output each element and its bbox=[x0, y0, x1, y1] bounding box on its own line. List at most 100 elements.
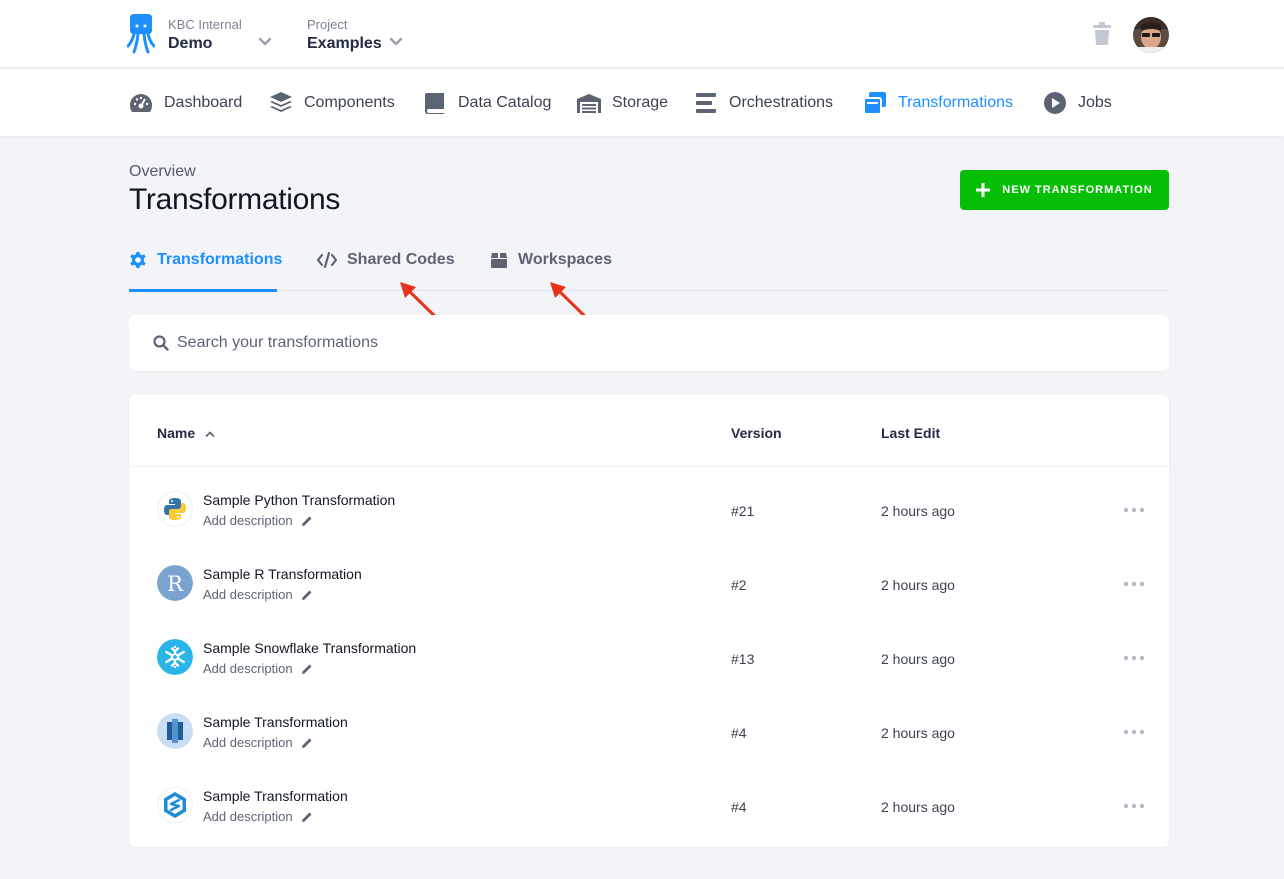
add-description-link[interactable]: Add description bbox=[203, 513, 313, 528]
redshift-icon bbox=[157, 713, 193, 749]
page-title: Transformations bbox=[129, 183, 341, 216]
user-avatar[interactable] bbox=[1133, 17, 1169, 53]
tabs-divider bbox=[129, 290, 1169, 291]
transformation-name[interactable]: Sample Snowflake Transformation bbox=[203, 640, 416, 656]
last-edit: 2 hours ago bbox=[881, 799, 955, 815]
description-label: Add description bbox=[203, 809, 293, 824]
nav-item-data-catalog[interactable]: Data Catalog bbox=[423, 91, 551, 115]
version: #4 bbox=[731, 799, 747, 815]
column-header-label: Name bbox=[157, 425, 196, 441]
search-box bbox=[129, 315, 1169, 371]
pencil-icon bbox=[301, 516, 312, 526]
more-actions-icon[interactable] bbox=[1123, 729, 1145, 735]
gear-icon bbox=[130, 252, 146, 268]
pencil-icon bbox=[301, 812, 312, 822]
description-label: Add description bbox=[203, 661, 293, 676]
nav-label: Components bbox=[304, 94, 395, 111]
add-description-link[interactable]: Add description bbox=[203, 661, 313, 676]
tab-shared-codes[interactable]: Shared Codes bbox=[317, 249, 455, 271]
nav-item-orchestrations[interactable]: Orchestrations bbox=[694, 91, 833, 115]
project-name: Examples bbox=[307, 35, 382, 52]
pencil-icon bbox=[301, 664, 312, 674]
org-name: Demo bbox=[168, 35, 213, 52]
python-icon bbox=[157, 491, 193, 527]
transformation-name[interactable]: Sample Transformation bbox=[203, 714, 348, 730]
tab-transformations[interactable]: Transformations bbox=[129, 249, 282, 271]
svg-text:R: R bbox=[167, 572, 184, 596]
table-row[interactable]: Sample Transformation Add description #4… bbox=[129, 767, 1169, 841]
nav-item-transformations[interactable]: Transformations bbox=[863, 91, 1013, 115]
add-description-link[interactable]: Add description bbox=[203, 735, 313, 750]
trash-icon[interactable] bbox=[1091, 22, 1113, 46]
transformation-name[interactable]: Sample Transformation bbox=[203, 788, 348, 804]
transformations-icon bbox=[863, 92, 886, 115]
description-label: Add description bbox=[203, 513, 293, 528]
tab-workspaces[interactable]: Workspaces bbox=[490, 249, 612, 271]
nav-label: Transformations bbox=[898, 94, 1013, 111]
description-label: Add description bbox=[203, 587, 293, 602]
main-navigation: Dashboard Components Data Catalog Storag… bbox=[0, 69, 1284, 136]
org-switcher[interactable]: KBC Internal Demo bbox=[168, 17, 272, 54]
version: #21 bbox=[731, 503, 755, 519]
table-header: Name Version Last Edit bbox=[129, 395, 1169, 465]
add-description-link[interactable]: Add description bbox=[203, 809, 313, 824]
version: #13 bbox=[731, 651, 755, 667]
version: #4 bbox=[731, 725, 747, 741]
nav-item-storage[interactable]: Storage bbox=[577, 91, 668, 115]
pencil-icon bbox=[301, 590, 312, 600]
version: #2 bbox=[731, 577, 747, 593]
plus-icon bbox=[976, 183, 991, 197]
tab-label: Shared Codes bbox=[347, 251, 455, 268]
nav-label: Data Catalog bbox=[458, 94, 552, 111]
dashboard-icon bbox=[130, 94, 152, 112]
transformation-name[interactable]: Sample Python Transformation bbox=[203, 492, 395, 508]
column-header-last-edit[interactable]: Last Edit bbox=[881, 425, 940, 441]
nav-item-jobs[interactable]: Jobs bbox=[1043, 91, 1112, 115]
new-transformation-label: NEW TRANSFORMATION bbox=[1002, 184, 1153, 196]
box-icon bbox=[491, 253, 507, 268]
synapse-icon bbox=[157, 787, 193, 823]
more-actions-icon[interactable] bbox=[1123, 507, 1145, 513]
add-description-link[interactable]: Add description bbox=[203, 587, 313, 602]
last-edit: 2 hours ago bbox=[881, 503, 955, 519]
layers-icon bbox=[270, 92, 292, 112]
tab-label: Workspaces bbox=[518, 251, 612, 268]
more-actions-icon[interactable] bbox=[1123, 803, 1145, 809]
play-circle-icon bbox=[1044, 92, 1066, 114]
last-edit: 2 hours ago bbox=[881, 577, 955, 593]
column-header-name[interactable]: Name bbox=[157, 425, 215, 441]
project-switcher[interactable]: Project Examples bbox=[307, 17, 403, 54]
sort-ascending-icon bbox=[205, 431, 215, 438]
transformations-table: Name Version Last Edit Sample Python Tra… bbox=[129, 395, 1169, 847]
nav-label: Dashboard bbox=[164, 94, 243, 111]
project-label: Project bbox=[307, 17, 348, 32]
nav-label: Jobs bbox=[1078, 94, 1112, 111]
more-actions-icon[interactable] bbox=[1123, 581, 1145, 587]
table-row[interactable]: Sample Snowflake Transformation Add desc… bbox=[129, 619, 1169, 693]
chevron-down-icon bbox=[258, 37, 272, 46]
bars-icon bbox=[696, 93, 716, 113]
tab-label: Transformations bbox=[157, 251, 283, 268]
nav-item-dashboard[interactable]: Dashboard bbox=[129, 91, 242, 115]
search-input[interactable] bbox=[177, 329, 1137, 357]
nav-label: Orchestrations bbox=[729, 94, 834, 111]
snowflake-icon bbox=[157, 639, 193, 675]
column-header-version[interactable]: Version bbox=[731, 425, 782, 441]
code-icon bbox=[317, 251, 337, 269]
org-label: KBC Internal bbox=[168, 17, 242, 32]
table-row[interactable]: Sample Python Transformation Add descrip… bbox=[129, 471, 1169, 545]
last-edit: 2 hours ago bbox=[881, 651, 955, 667]
description-label: Add description bbox=[203, 735, 293, 750]
table-row[interactable]: Sample Transformation Add description #4… bbox=[129, 693, 1169, 767]
breadcrumb: Overview bbox=[129, 163, 196, 180]
nav-label: Storage bbox=[612, 94, 669, 111]
keboola-logo-icon[interactable] bbox=[127, 14, 155, 56]
nav-item-components[interactable]: Components bbox=[269, 91, 395, 115]
book-icon bbox=[425, 93, 444, 114]
transformation-name[interactable]: Sample R Transformation bbox=[203, 566, 362, 582]
new-transformation-button[interactable]: NEW TRANSFORMATION bbox=[960, 170, 1169, 210]
pencil-icon bbox=[301, 738, 312, 748]
more-actions-icon[interactable] bbox=[1123, 655, 1145, 661]
table-row[interactable]: R Sample R Transformation Add descriptio… bbox=[129, 545, 1169, 619]
warehouse-icon bbox=[577, 94, 601, 113]
